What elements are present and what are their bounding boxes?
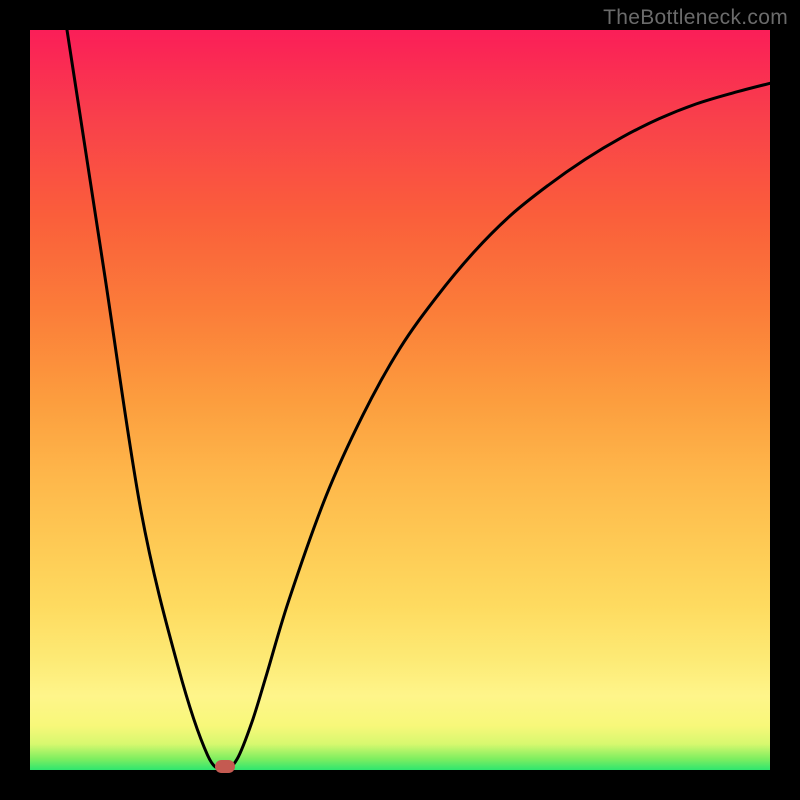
watermark-text: TheBottleneck.com [603,6,788,30]
minimum-marker [215,760,235,773]
chart-curve-path [67,30,770,769]
chart-curve-svg [30,30,770,770]
chart-frame: TheBottleneck.com [0,0,800,800]
chart-plot-area [30,30,770,770]
